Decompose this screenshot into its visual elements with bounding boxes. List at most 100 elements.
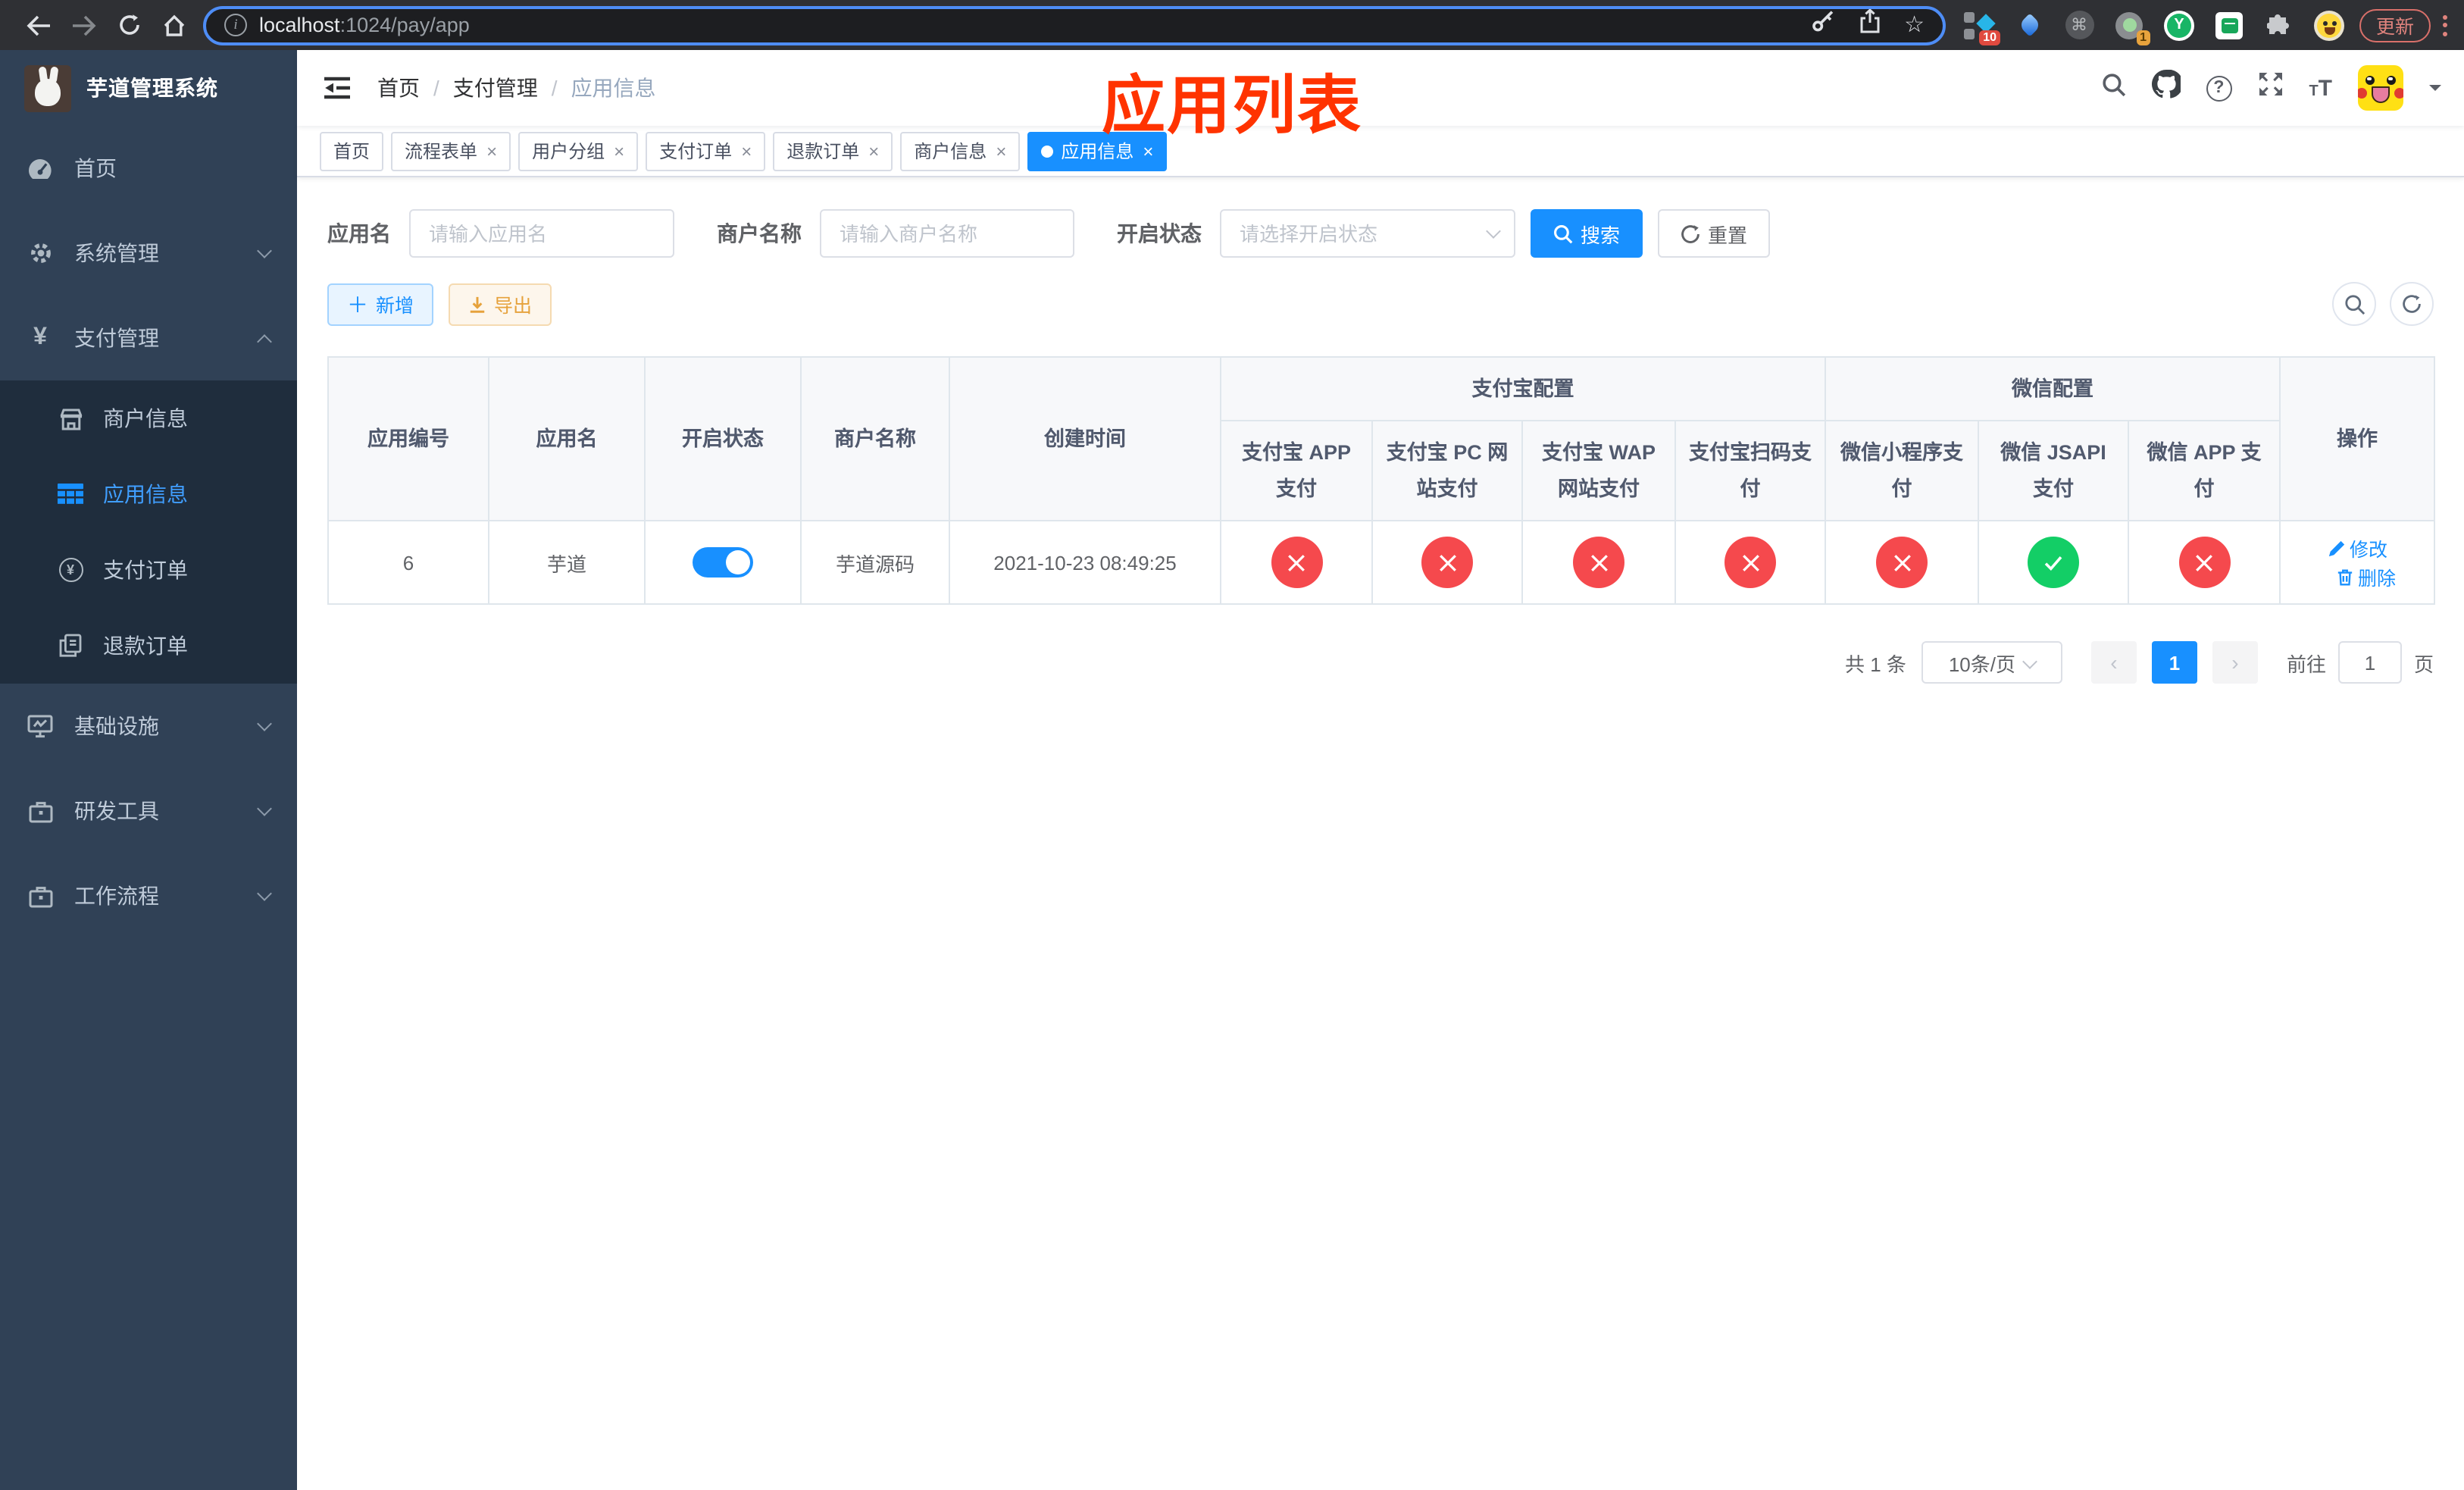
col-actions: 操作	[2279, 356, 2436, 521]
sidebar-fold-icon[interactable]	[320, 73, 353, 103]
browser-home-icon[interactable]	[152, 5, 197, 45]
group-alipay-config: 支付宝配置	[1220, 356, 1826, 421]
profile-avatar-icon[interactable]	[2314, 10, 2344, 40]
close-icon[interactable]: ×	[868, 142, 879, 160]
reset-button[interactable]: 重置	[1658, 209, 1771, 258]
wechat-jsapi-status	[1978, 520, 2129, 605]
field-label-enabled-status: 开启状态	[1117, 221, 1202, 246]
refresh-button[interactable]	[2390, 282, 2434, 326]
header-search-icon[interactable]	[2101, 72, 2125, 104]
gear-icon	[27, 241, 53, 265]
add-button[interactable]: ＋ 新增	[327, 283, 434, 325]
tag-user-group[interactable]: 用户分组 ×	[518, 131, 639, 171]
tag-process-form[interactable]: 流程表单 ×	[391, 131, 511, 171]
puzzle-extensions-icon[interactable]	[2264, 10, 2294, 40]
prev-page-button[interactable]: ‹	[2090, 641, 2137, 684]
search-button[interactable]: 搜索	[1531, 209, 1643, 258]
browser-forward-icon[interactable]	[61, 5, 106, 45]
app-logo[interactable]: 芋道管理系统	[0, 50, 297, 126]
trash-icon	[2337, 568, 2353, 585]
payment-submenu: 商户信息 应用信息 ¥ 支付订单 退款订单	[0, 380, 297, 684]
col-alipay-app: 支付宝 APP 支付	[1220, 420, 1373, 521]
col-created: 创建时间	[949, 356, 1221, 521]
sidebar-item-merchant-info[interactable]: 商户信息	[0, 380, 297, 456]
edit-pen-icon	[2328, 540, 2344, 556]
tab-counter-extension-icon[interactable]: 1	[2114, 10, 2150, 45]
browser-reload-icon[interactable]	[106, 5, 152, 45]
password-key-icon[interactable]	[1810, 9, 1834, 41]
enabled-status-select[interactable]	[1220, 209, 1515, 258]
user-avatar[interactable]	[2358, 65, 2403, 111]
col-wechat-jsapi: 微信 JSAPI 支付	[1978, 420, 2129, 521]
tag-home[interactable]: 首页	[320, 131, 384, 171]
goto-label: 前往	[2286, 653, 2326, 675]
sidebar-item-system[interactable]: 系统管理	[0, 211, 297, 296]
page-size-select[interactable]: 10条/页	[1921, 641, 2062, 684]
user-menu-caret-icon[interactable]	[2429, 85, 2441, 97]
sidebar-item-dev-tools[interactable]: 研发工具	[0, 768, 297, 853]
sidebar-item-home[interactable]: 首页	[0, 126, 297, 211]
share-icon[interactable]	[1859, 8, 1880, 41]
chrome-menu-icon[interactable]	[2443, 14, 2448, 36]
toggle-search-button[interactable]	[2332, 282, 2376, 326]
dashboard-icon	[27, 157, 53, 180]
site-info-icon[interactable]: i	[224, 14, 247, 36]
delete-link[interactable]: 删除	[2337, 562, 2396, 591]
sidebar-item-infrastructure[interactable]: 基础设施	[0, 684, 297, 768]
tag-refund-order[interactable]: 退款订单 ×	[773, 131, 893, 171]
enabled-toggle[interactable]	[693, 547, 753, 578]
goto-page-input[interactable]	[2337, 641, 2402, 684]
page-unit-label: 页	[2413, 653, 2434, 675]
edit-link[interactable]: 修改	[2327, 534, 2387, 562]
cell-app-id: 6	[327, 520, 489, 605]
close-icon[interactable]: ×	[614, 142, 624, 160]
pinned-extension-icon[interactable]: 10	[1964, 10, 2000, 45]
chrome-update-button[interactable]: 更新	[2359, 8, 2431, 42]
col-enabled: 开启状态	[644, 356, 802, 521]
command-extension-icon[interactable]: ⌘	[2064, 10, 2094, 40]
chat-extension-icon[interactable]	[2214, 10, 2244, 40]
sidebar-item-workflow[interactable]: 工作流程	[0, 853, 297, 938]
close-icon[interactable]: ×	[996, 142, 1006, 160]
workflow-icon	[27, 884, 53, 907]
font-size-icon[interactable]: TT	[2309, 75, 2332, 101]
merchant-name-input[interactable]	[820, 209, 1074, 258]
fullscreen-icon[interactable]	[2257, 71, 2283, 105]
col-alipay-pc: 支付宝 PC 网站支付	[1371, 420, 1523, 521]
wechat-app-status	[2127, 520, 2281, 605]
col-alipay-qr: 支付宝扫码支付	[1674, 420, 1826, 521]
app-name-input[interactable]	[409, 209, 674, 258]
screen: i localhost:1024/pay/app ☆ 10 ⌘ 1 Y 更新 芋…	[0, 0, 2464, 1490]
sidebar-item-payment[interactable]: ¥ 支付管理	[0, 296, 297, 380]
close-icon[interactable]: ×	[486, 142, 497, 160]
github-icon[interactable]	[2151, 69, 2183, 106]
sidebar-item-refund-order[interactable]: 退款订单	[0, 608, 297, 684]
url-bar[interactable]: i localhost:1024/pay/app ☆	[203, 5, 1946, 45]
wechat-lite-status	[1825, 520, 1979, 605]
page-number-1[interactable]: 1	[2151, 641, 2197, 684]
cross-icon	[1724, 537, 1776, 588]
y-extension-icon[interactable]: Y	[2164, 10, 2194, 40]
breadcrumb: 首页 / 支付管理 / 应用信息	[377, 73, 656, 103]
tag-pay-order[interactable]: 支付订单 ×	[646, 131, 766, 171]
bookmark-star-icon[interactable]: ☆	[1904, 14, 1925, 36]
breadcrumb-payment[interactable]: 支付管理	[453, 73, 538, 103]
alipay-pc-status	[1371, 520, 1523, 605]
tag-merchant-info[interactable]: 商户信息 ×	[900, 131, 1021, 171]
tags-view: 首页 流程表单 × 用户分组 × 支付订单 × 退款订单 × 商户信息 × 应用信息 ×	[297, 126, 2464, 177]
col-app-id: 应用编号	[327, 356, 489, 521]
sidebar-item-app-info[interactable]: 应用信息	[0, 456, 297, 532]
help-icon[interactable]: ?	[2206, 75, 2232, 101]
export-button[interactable]: 导出	[449, 283, 552, 325]
kite-extension-icon[interactable]	[2014, 10, 2044, 40]
close-icon[interactable]: ×	[741, 142, 752, 160]
cell-app-name: 芋道	[488, 520, 646, 605]
cross-icon	[1271, 537, 1322, 588]
alipay-qr-status	[1674, 520, 1826, 605]
sidebar-item-pay-order[interactable]: ¥ 支付订单	[0, 532, 297, 608]
col-alipay-wap: 支付宝 WAP 网站支付	[1521, 420, 1676, 521]
col-wechat-lite: 微信小程序支付	[1825, 420, 1979, 521]
next-page-button[interactable]: ›	[2212, 641, 2258, 684]
breadcrumb-home[interactable]: 首页	[377, 73, 420, 103]
browser-back-icon[interactable]	[15, 5, 61, 45]
